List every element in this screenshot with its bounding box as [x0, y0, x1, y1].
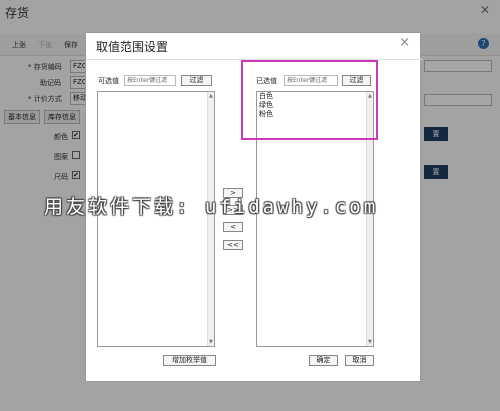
available-listbox[interactable]: ▲ ▼ [97, 91, 215, 347]
ok-button[interactable]: 确定 [309, 355, 338, 366]
highlight-box [241, 60, 378, 140]
watermark: 用友软件下载: ufidawhy.com [44, 196, 379, 218]
available-label: 可选值 [98, 77, 119, 85]
scroll-down-icon[interactable]: ▼ [368, 339, 372, 345]
available-scrollbar[interactable]: ▲ ▼ [207, 92, 214, 346]
add-enum-button[interactable]: 增加枚举值 [163, 355, 216, 366]
cancel-button[interactable]: 取消 [345, 355, 374, 366]
available-search-input[interactable]: 按Enter键过滤 [124, 75, 176, 86]
dialog-close-icon[interactable]: × [399, 35, 410, 50]
scroll-down-icon[interactable]: ▼ [209, 339, 213, 345]
move-all-left-button[interactable]: << [223, 240, 243, 250]
scroll-up-icon[interactable]: ▲ [209, 93, 213, 99]
dialog-title: 取值范围设置 [96, 40, 169, 54]
available-filter-button[interactable]: 过滤 [181, 75, 212, 86]
move-left-button[interactable]: < [223, 222, 243, 232]
